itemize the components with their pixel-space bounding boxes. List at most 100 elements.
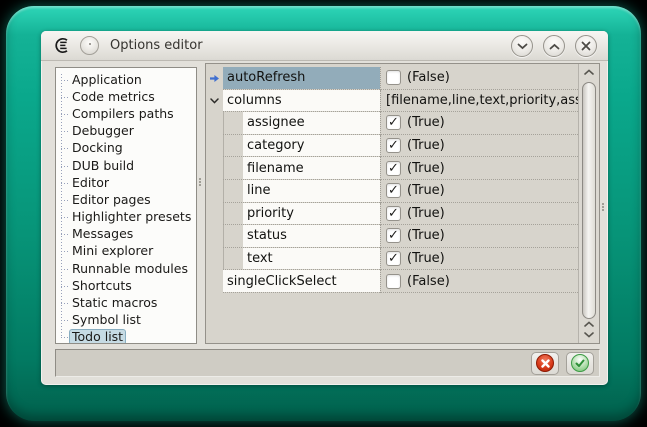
property-row-line[interactable]: line ✓ (True) <box>206 180 578 203</box>
value-label: (True) <box>407 228 445 243</box>
window-title: Options editor <box>110 38 203 53</box>
property-name[interactable]: assignee <box>243 112 380 134</box>
chevron-up-icon <box>584 69 594 75</box>
property-value: ✓ (True) <box>380 248 578 271</box>
property-name[interactable]: singleClickSelect <box>223 270 380 292</box>
sidebar-item-todo-list[interactable]: Todo list <box>56 329 196 344</box>
cancel-x-icon <box>536 354 554 372</box>
property-row-filename[interactable]: filename ✓ (True) <box>206 157 578 180</box>
property-row-text[interactable]: text ✓ (True) <box>206 248 578 271</box>
window-menu-button[interactable] <box>80 36 99 55</box>
checkbox-checked[interactable]: ✓ <box>386 183 401 198</box>
checkbox-checked[interactable]: ✓ <box>386 115 401 130</box>
checkbox-checked[interactable]: ✓ <box>386 138 401 153</box>
splitter-grip[interactable] <box>198 177 202 187</box>
property-name[interactable]: autoRefresh <box>223 67 380 89</box>
sidebar-item-application[interactable]: Application <box>56 71 196 88</box>
sidebar-item-editor[interactable]: Editor <box>56 174 196 191</box>
property-name[interactable]: filename <box>243 157 380 179</box>
sidebar-item-highlighter-presets[interactable]: Highlighter presets <box>56 209 196 226</box>
close-button[interactable] <box>575 35 597 57</box>
sidebar-item-docking[interactable]: Docking <box>56 140 196 157</box>
property-row-status[interactable]: status ✓ (True) <box>206 225 578 248</box>
sidebar-item-static-macros[interactable]: Static macros <box>56 294 196 311</box>
chevron-up-icon <box>584 321 594 327</box>
value-label: (True) <box>407 161 445 176</box>
title-bar[interactable]: Options editor <box>41 31 608 61</box>
property-grid: autoRefresh (False) columns [filename,li… <box>205 63 600 344</box>
property-name[interactable]: line <box>243 180 380 202</box>
close-icon <box>581 41 591 51</box>
property-row-priority[interactable]: priority ✓ (True) <box>206 203 578 226</box>
dialog-button-bar <box>55 349 600 377</box>
expander-chevron-down-icon[interactable] <box>210 98 219 104</box>
chevron-up-icon <box>549 43 560 50</box>
accept-check-icon <box>571 354 589 372</box>
property-name[interactable]: columns <box>223 90 380 112</box>
sidebar-item-compilers-paths[interactable]: Compilers paths <box>56 105 196 122</box>
sidebar-item-dub-build[interactable]: DUB build <box>56 157 196 174</box>
value-label: (True) <box>407 251 445 266</box>
tree-indent <box>223 203 243 225</box>
tree-indent <box>223 180 243 202</box>
property-value: ✓ (True) <box>380 135 578 158</box>
options-editor-window: Options editor Application Code metrics … <box>41 31 608 385</box>
sidebar-item-runnable-modules[interactable]: Runnable modules <box>56 260 196 277</box>
sidebar-item-messages[interactable]: Messages <box>56 226 196 243</box>
tree-indent <box>223 248 243 270</box>
right-splitter-grip[interactable] <box>601 202 605 212</box>
checkbox-checked[interactable]: ✓ <box>386 228 401 243</box>
property-name[interactable]: status <box>243 225 380 247</box>
sidebar-item-shortcuts[interactable]: Shortcuts <box>56 277 196 294</box>
value-label: (False) <box>407 70 450 85</box>
vertical-scrollbar[interactable] <box>578 64 599 343</box>
property-value: ✓ (True) <box>380 225 578 248</box>
property-row-columns[interactable]: columns [filename,line,text,priority,ass… <box>206 90 578 113</box>
property-row-category[interactable]: category ✓ (True) <box>206 135 578 158</box>
category-sidebar: Application Code metrics Compilers paths… <box>55 67 197 344</box>
value-label: (True) <box>407 183 445 198</box>
tree-indent <box>223 112 243 134</box>
property-value[interactable]: [filename,line,text,priority,assigne <box>380 90 578 113</box>
checkbox-unchecked[interactable] <box>386 274 401 289</box>
sidebar-item-debugger[interactable]: Debugger <box>56 123 196 140</box>
checkbox-checked[interactable]: ✓ <box>386 161 401 176</box>
checkbox-checked[interactable]: ✓ <box>386 206 401 221</box>
accept-button[interactable] <box>566 352 594 375</box>
property-name[interactable]: priority <box>243 203 380 225</box>
property-value: (False) <box>380 270 578 293</box>
value-label: (False) <box>407 274 450 289</box>
checkbox-checked[interactable]: ✓ <box>386 251 401 266</box>
selected-row-arrow-icon <box>209 74 220 83</box>
app-logo-icon <box>54 37 71 54</box>
property-name[interactable]: text <box>243 248 380 270</box>
scroll-down-button[interactable] <box>579 329 599 341</box>
chevron-down-icon <box>517 43 528 50</box>
tree-indent <box>223 157 243 179</box>
property-value: ✓ (True) <box>380 203 578 226</box>
sidebar-item-editor-pages[interactable]: Editor pages <box>56 191 196 208</box>
cancel-button[interactable] <box>531 352 559 375</box>
category-tree: Application Code metrics Compilers paths… <box>56 68 196 344</box>
value-label: (True) <box>407 206 445 221</box>
tree-indent <box>223 135 243 157</box>
maximize-button[interactable] <box>543 35 565 57</box>
tree-indent <box>223 225 243 247</box>
value-label: [filename,line,text,priority,assigne <box>386 93 578 108</box>
property-value: ✓ (True) <box>380 157 578 180</box>
property-row-singleclickselect[interactable]: singleClickSelect (False) <box>206 270 578 293</box>
sidebar-item-symbol-list[interactable]: Symbol list <box>56 312 196 329</box>
property-row-assignee[interactable]: assignee ✓ (True) <box>206 112 578 135</box>
scrollbar-thumb[interactable] <box>582 82 596 319</box>
property-value: ✓ (True) <box>380 180 578 203</box>
value-label: (True) <box>407 138 445 153</box>
minimize-button[interactable] <box>511 35 533 57</box>
property-row-autorefresh[interactable]: autoRefresh (False) <box>206 67 578 90</box>
sidebar-item-code-metrics[interactable]: Code metrics <box>56 88 196 105</box>
property-name[interactable]: category <box>243 135 380 157</box>
chevron-down-icon <box>584 332 594 338</box>
scroll-up-button[interactable] <box>579 66 599 78</box>
sidebar-item-mini-explorer[interactable]: Mini explorer <box>56 243 196 260</box>
checkbox-unchecked[interactable] <box>386 70 401 85</box>
value-label: (True) <box>407 115 445 130</box>
